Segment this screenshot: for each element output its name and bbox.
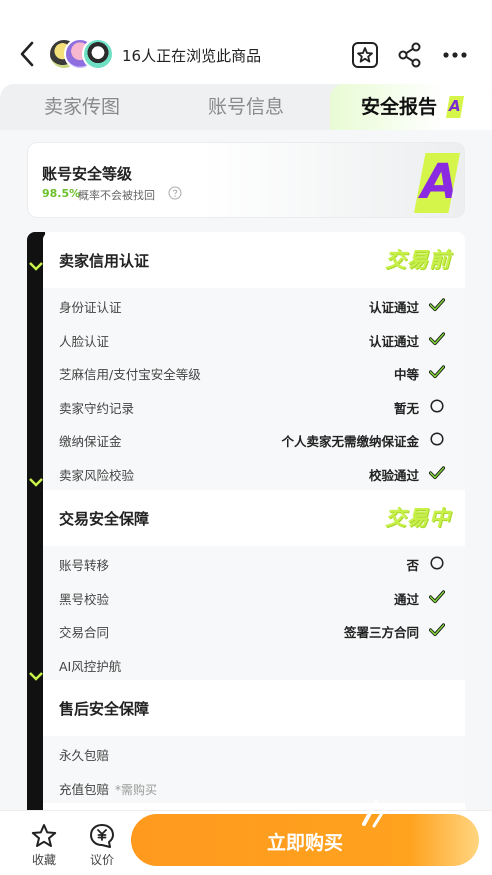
favorite-star-icon[interactable] [30, 823, 58, 849]
list-item: 身份证认证 认证通过 [43, 288, 465, 322]
security-percent: 98.5% [42, 187, 81, 200]
row-value: 认证通过 [368, 300, 419, 315]
check-icon [429, 365, 445, 379]
list-item: 芝麻信用/支付宝安全等级 中等 [43, 355, 465, 389]
top-bar: 16人正在浏览此商品 [0, 0, 492, 82]
section-rows: 账号转移 否 黑号校验 通过 交易合同 签署三方合同 AI风控护航 [43, 546, 465, 681]
favorite-star-icon[interactable] [350, 40, 380, 70]
section-header: 卖家信用认证 交易前 [43, 232, 465, 288]
check-icon [429, 298, 445, 312]
row-value: 个人卖家无需缴纳保证金 [281, 434, 419, 450]
tab-seller-images[interactable]: 卖家传图 [22, 84, 142, 130]
section-header: 售后安全保障 [43, 680, 465, 736]
section-title: 卖家信用认证 [59, 252, 150, 270]
back-arrow-icon[interactable] [16, 40, 40, 68]
row-label: 身份证认证 [59, 300, 122, 315]
section-title: 交易安全保障 [59, 510, 150, 528]
row-label: 充值包赔 *需购买 [59, 779, 157, 798]
list-item: 人脸认证 认证通过 [43, 322, 465, 356]
row-label: 芝麻信用/支付宝安全等级 [59, 367, 201, 383]
chevron-down-icon [29, 262, 43, 271]
browsing-count-text: 16人正在浏览此商品 [122, 47, 262, 65]
list-item: 卖家风险校验 校验通过 [43, 456, 465, 490]
check-icon [429, 623, 445, 637]
section-stamp: 交易前 [385, 248, 451, 272]
chevron-down-icon [29, 672, 43, 681]
check-icon [429, 466, 445, 480]
row-value: 中等 [393, 367, 419, 383]
list-item: 账号转移 否 [43, 546, 465, 580]
check-icon [429, 589, 445, 603]
check-icon [429, 331, 445, 345]
security-level-card: 账号安全等级 98.5% 概率不会被找回 A [27, 142, 465, 218]
row-value: 通过 [393, 591, 419, 607]
avatar [82, 38, 114, 70]
row-label: 账号转移 [59, 558, 110, 573]
viewer-avatars [48, 38, 114, 72]
share-icon[interactable] [395, 40, 425, 70]
chevron-down-icon [29, 478, 43, 487]
row-label: 永久包赔 [59, 748, 110, 763]
row-value: 签署三方合同 [343, 625, 419, 641]
row-label-text: 充值包赔 [59, 781, 110, 797]
row-value: 否 [406, 558, 419, 573]
row-label: 卖家风险校验 [59, 467, 135, 483]
circle-icon [430, 432, 444, 446]
negotiate-label[interactable]: 议价 [90, 851, 114, 868]
circle-icon [430, 556, 444, 570]
security-grade-label: A [421, 154, 459, 210]
row-label: 交易合同 [59, 625, 110, 641]
negotiate-price-icon[interactable] [88, 823, 116, 849]
security-level-title: 账号安全等级 [42, 165, 133, 183]
section-header: 交易安全保障 交易中 [43, 490, 465, 546]
section-stamp: 交易中 [385, 506, 451, 530]
list-item: 缴纳保证金 个人卖家无需缴纳保证金 [43, 422, 465, 456]
section-title: 售后安全保障 [59, 700, 150, 718]
row-value: 暂无 [393, 400, 419, 416]
grade-badge-label: A [449, 97, 461, 115]
buy-now-label: 立即购买 [266, 832, 343, 854]
row-note: *需购买 [115, 782, 158, 797]
row-label: AI风控护航 [59, 658, 122, 674]
list-item: AI风控护航 [43, 647, 465, 681]
row-label: 卖家守约记录 [59, 400, 135, 416]
list-item: 黑号校验 通过 [43, 580, 465, 614]
security-details-panel: 卖家信用认证 交易前 身份证认证 认证通过 人脸认证 认证通过 芝麻信用/支付宝… [43, 232, 465, 812]
security-grade-badge: A [414, 153, 460, 213]
buy-now-button[interactable]: 立即购买 [131, 814, 479, 866]
sparkle-icon [362, 800, 386, 828]
tab-account-info[interactable]: 账号信息 [186, 84, 306, 130]
security-description: 概率不会被找回 [78, 189, 155, 202]
more-options-icon[interactable] [440, 40, 470, 70]
row-label: 黑号校验 [59, 591, 110, 607]
row-label: 人脸认证 [59, 333, 110, 349]
list-item: 交易合同 签署三方合同 [43, 613, 465, 647]
list-item: 永久包赔 [43, 736, 465, 770]
list-item: 卖家守约记录 暂无 [43, 389, 465, 423]
help-icon[interactable] [168, 186, 182, 200]
row-value: 校验通过 [368, 467, 419, 483]
circle-icon [430, 399, 444, 413]
tab-security-report[interactable]: 安全报告 [354, 84, 444, 130]
row-value: 认证通过 [368, 333, 419, 349]
favorite-label[interactable]: 收藏 [32, 851, 56, 868]
row-label: 缴纳保证金 [59, 434, 122, 450]
section-rows: 身份证认证 认证通过 人脸认证 认证通过 芝麻信用/支付宝安全等级 中等 卖家守… [43, 288, 465, 490]
